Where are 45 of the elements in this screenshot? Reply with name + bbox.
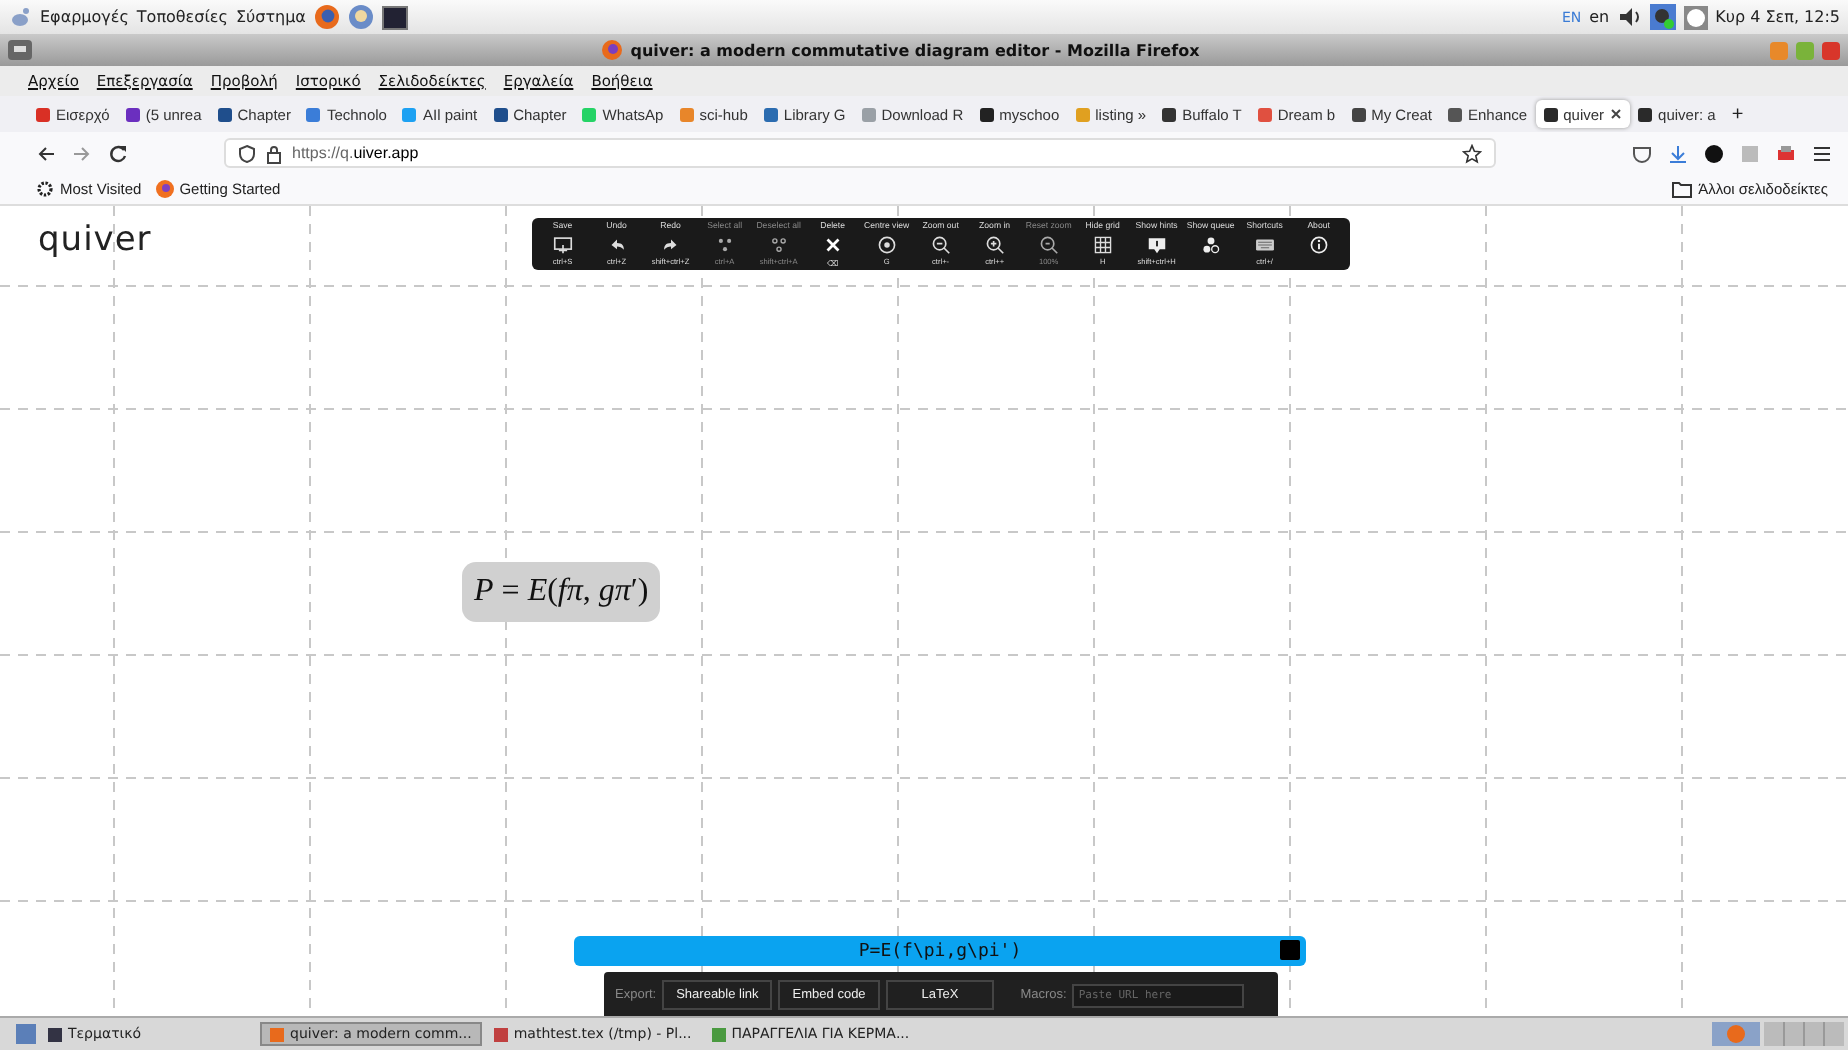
printer-icon[interactable] [1776, 143, 1796, 163]
window-title: quiver: a modern commutative diagram editor - Mozilla Firefox [630, 41, 1200, 59]
dots-icon [713, 234, 736, 256]
grid-icon [1091, 234, 1114, 256]
close-icon[interactable] [1610, 108, 1623, 120]
close-button[interactable] [1822, 41, 1840, 59]
language-indicator[interactable]: en [1589, 8, 1610, 26]
hint-icon [1145, 234, 1168, 256]
terminal-icon[interactable] [381, 5, 408, 29]
info-icon [1307, 234, 1330, 256]
panel-menu[interactable]: Τοποθεσίες [136, 8, 228, 26]
address-bar[interactable]: https://q.uiver.app [224, 138, 1496, 168]
download-icon[interactable] [1668, 143, 1688, 163]
speaker-icon[interactable] [1617, 6, 1642, 28]
window-menu-icon[interactable] [8, 40, 32, 60]
forward-icon[interactable] [72, 143, 92, 163]
back-icon[interactable] [36, 143, 56, 163]
cross-icon [821, 234, 844, 256]
keyboard-icon [1253, 234, 1276, 256]
pocket-icon[interactable] [1632, 143, 1652, 163]
queue-icon [1199, 234, 1222, 256]
gear-icon [36, 180, 54, 198]
panel-menu[interactable]: Εφαρμογές [40, 8, 129, 26]
new-tab-button[interactable]: + [1723, 103, 1752, 125]
network-icon[interactable] [1649, 4, 1676, 30]
star-icon[interactable] [1462, 143, 1482, 163]
circles-icon [767, 234, 790, 256]
zoom-in-icon [983, 234, 1006, 256]
color-swatch[interactable] [1280, 940, 1300, 960]
panel-menu[interactable]: Σύστημα [235, 8, 306, 26]
account-icon[interactable] [1704, 143, 1724, 163]
lock-icon [266, 143, 282, 163]
zoom-icon [1037, 234, 1060, 256]
target-icon [875, 234, 898, 256]
folder-icon [1672, 181, 1693, 197]
clock[interactable]: Κυρ 4 Σεπ, 12:5 [1715, 8, 1840, 26]
save-icon [551, 234, 574, 256]
label-input[interactable]: P=E(f\pi,g\pi') [574, 936, 1306, 966]
menu-icon[interactable] [1812, 143, 1832, 163]
diagram-node[interactable]: P = E(fπ, gπ′) [462, 562, 661, 622]
zoom-out-icon [929, 234, 952, 256]
url-text: https://q.uiver.app [292, 144, 419, 162]
reload-icon[interactable] [108, 143, 128, 163]
shield-icon [238, 143, 256, 163]
app-logo: quiver [38, 220, 152, 260]
